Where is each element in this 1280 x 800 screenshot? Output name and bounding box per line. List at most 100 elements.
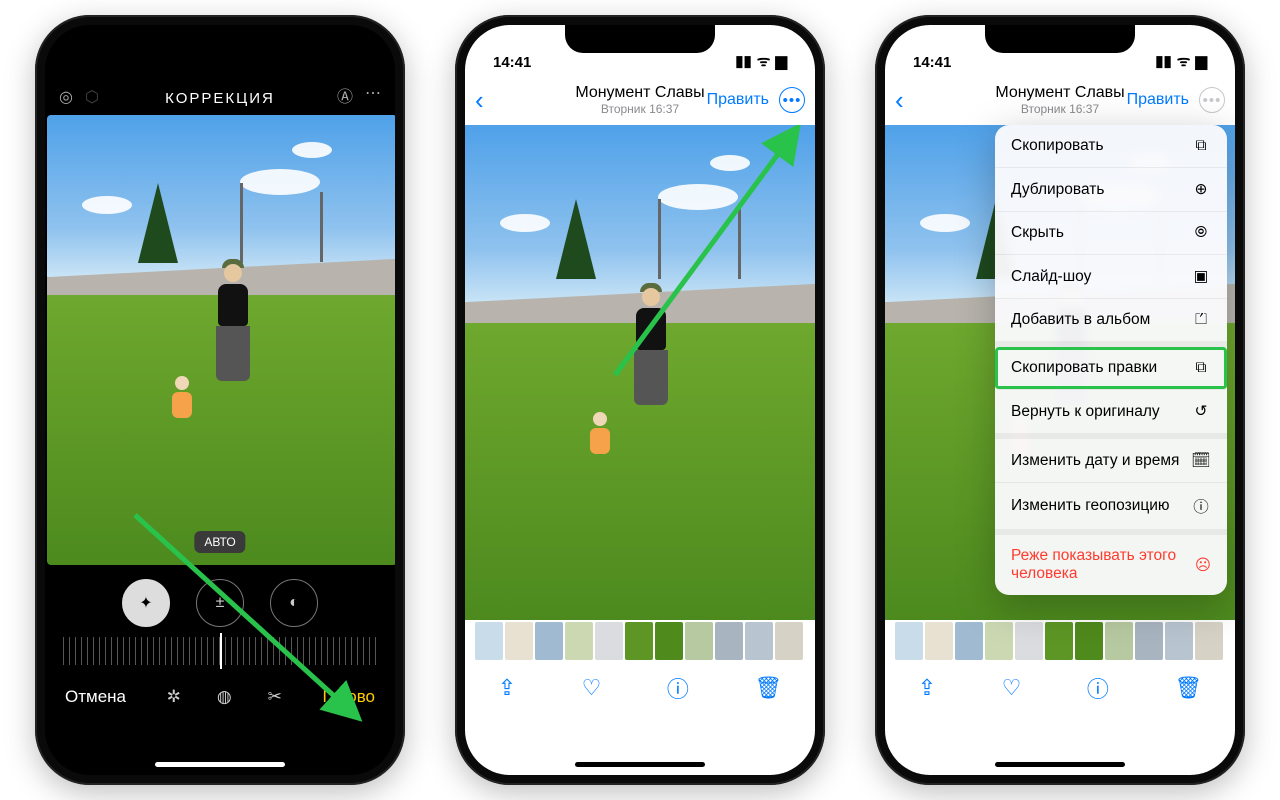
thumbnail[interactable]	[625, 622, 653, 660]
brilliance-button[interactable]: ◐	[270, 579, 318, 627]
thumbnail-strip[interactable]	[465, 620, 815, 662]
adjust-slider[interactable]	[63, 637, 377, 665]
thumbnail[interactable]	[775, 622, 803, 660]
more-actions-button[interactable]: •••	[1199, 87, 1225, 113]
thumbnail[interactable]	[895, 622, 923, 660]
edit-button[interactable]: Править	[707, 91, 775, 109]
live-photo-icon[interactable]: ◎	[59, 87, 73, 107]
favorite-button[interactable]: ♡	[582, 675, 602, 701]
thumbnail[interactable]	[1045, 622, 1073, 660]
adjust-tab-icon[interactable]: ✲	[167, 687, 181, 707]
status-icons: ▮▮ᯤ▆	[1155, 51, 1207, 71]
menu-item[interactable]: Реже показывать этого человека☹	[995, 535, 1227, 595]
status-time: 14:41	[913, 54, 951, 71]
thumbnail-strip[interactable]	[885, 620, 1235, 662]
thumbnail[interactable]	[505, 622, 533, 660]
menu-item-label: Слайд-шоу	[1011, 268, 1091, 286]
menu-item-label: Скопировать	[1011, 137, 1104, 155]
menu-item-icon: 🗓	[1191, 451, 1211, 470]
thumbnail[interactable]	[745, 622, 773, 660]
menu-item-icon: ↺	[1191, 402, 1211, 421]
cancel-button[interactable]: Отмена	[65, 687, 126, 707]
menu-item-label: Дублировать	[1011, 181, 1104, 199]
menu-item-icon: ⊕	[1191, 180, 1211, 199]
phone-view-screen: 14:41 ▮▮ᯤ▆ ‹ Монумент Славы Вторник 16:3…	[455, 15, 825, 785]
thumbnail[interactable]	[1075, 622, 1103, 660]
thumbnail[interactable]	[715, 622, 743, 660]
thumbnail[interactable]	[925, 622, 953, 660]
menu-item-label: Скрыть	[1011, 224, 1064, 242]
notch	[565, 25, 715, 53]
info-button[interactable]: ⓘ	[1087, 672, 1109, 704]
portrait-icon[interactable]: ⬡	[85, 87, 99, 107]
favorite-button[interactable]: ♡	[1002, 675, 1022, 701]
done-button[interactable]: Готово	[323, 687, 376, 707]
back-button[interactable]: ‹	[895, 85, 925, 116]
delete-button[interactable]: 🗑	[1174, 675, 1202, 701]
markup-icon[interactable]: Ⓐ	[337, 83, 353, 107]
phone-edit-screen: ◎ ⬡ КОРРЕКЦИЯ Ⓐ ⋯ АВТО ✦ ± ◐ Отмена	[35, 15, 405, 785]
notch	[985, 25, 1135, 53]
menu-item[interactable]: Скрыть ⦾	[995, 212, 1227, 255]
menu-item[interactable]: Слайд-шоу ▣	[995, 255, 1227, 299]
menu-item-label: Скопировать правки	[1011, 359, 1157, 377]
thumbnail[interactable]	[1165, 622, 1193, 660]
thumbnail[interactable]	[655, 622, 683, 660]
thumbnail[interactable]	[535, 622, 563, 660]
menu-item[interactable]: Изменить геопозицию ⓘ	[995, 483, 1227, 535]
menu-item-label: Изменить дату и время	[1011, 452, 1179, 470]
share-button[interactable]: ⇪	[918, 675, 936, 701]
edit-mode-title: КОРРЕКЦИЯ	[109, 90, 331, 107]
menu-item-label: Добавить в альбом	[1011, 311, 1150, 329]
home-indicator[interactable]	[155, 762, 285, 767]
menu-item[interactable]: Дублировать ⊕	[995, 168, 1227, 212]
adjust-controls: ✦ ± ◐	[45, 565, 395, 633]
thumbnail[interactable]	[685, 622, 713, 660]
status-time: 14:41	[493, 54, 531, 71]
menu-item[interactable]: Скопировать правки ⧉	[995, 347, 1227, 390]
menu-item[interactable]: Вернуть к оригиналу ↺	[995, 390, 1227, 439]
thumbnail[interactable]	[595, 622, 623, 660]
home-indicator[interactable]	[575, 762, 705, 767]
thumbnail[interactable]	[985, 622, 1013, 660]
edit-photo-canvas[interactable]	[47, 115, 395, 565]
menu-item-label: Изменить геопозицию	[1011, 497, 1170, 515]
more-actions-button[interactable]: •••	[779, 87, 805, 113]
menu-item-icon: ⏍	[1191, 311, 1211, 329]
status-icons: ▮▮ᯤ▆	[735, 51, 787, 71]
menu-item-icon: ⧉	[1191, 137, 1211, 155]
auto-pill: АВТО	[194, 531, 245, 553]
thumbnail[interactable]	[1105, 622, 1133, 660]
share-button[interactable]: ⇪	[498, 675, 516, 701]
menu-item-label: Вернуть к оригиналу	[1011, 403, 1160, 421]
photo-viewer[interactable]	[465, 125, 815, 620]
thumbnail[interactable]	[475, 622, 503, 660]
actions-menu: Скопировать ⧉ Дублировать ⊕ Скрыть ⦾ Слайд-шоу…	[995, 125, 1227, 595]
menu-item-icon: ⓘ	[1191, 495, 1211, 517]
delete-button[interactable]: 🗑	[754, 675, 782, 701]
thumbnail[interactable]	[1015, 622, 1043, 660]
menu-item-icon: ▣	[1191, 267, 1211, 286]
filters-tab-icon[interactable]: ◍	[217, 687, 232, 707]
auto-enhance-button[interactable]: ✦	[122, 579, 170, 627]
menu-item[interactable]: Изменить дату и время 🗓	[995, 439, 1227, 483]
thumbnail[interactable]	[565, 622, 593, 660]
edit-button[interactable]: Править	[1127, 91, 1195, 109]
menu-item-icon: ☹	[1195, 556, 1211, 575]
info-button[interactable]: ⓘ	[667, 672, 689, 704]
thumbnail[interactable]	[955, 622, 983, 660]
thumbnail[interactable]	[1195, 622, 1223, 660]
menu-item-icon: ⦾	[1191, 224, 1211, 242]
thumbnail[interactable]	[1135, 622, 1163, 660]
menu-item[interactable]: Скопировать ⧉	[995, 125, 1227, 168]
home-indicator[interactable]	[995, 762, 1125, 767]
menu-item-icon: ⧉	[1191, 359, 1211, 377]
more-icon[interactable]: ⋯	[365, 83, 381, 107]
exposure-button[interactable]: ±	[196, 579, 244, 627]
phone-menu-screen: 14:41 ▮▮ᯤ▆ ‹ Монумент Славы Вторник 16:3…	[875, 15, 1245, 785]
back-button[interactable]: ‹	[475, 85, 505, 116]
menu-item-label: Реже показывать этого человека	[1011, 547, 1195, 583]
notch	[145, 25, 295, 53]
crop-tab-icon[interactable]: ✂	[268, 687, 282, 707]
menu-item[interactable]: Добавить в альбом ⏍	[995, 299, 1227, 347]
